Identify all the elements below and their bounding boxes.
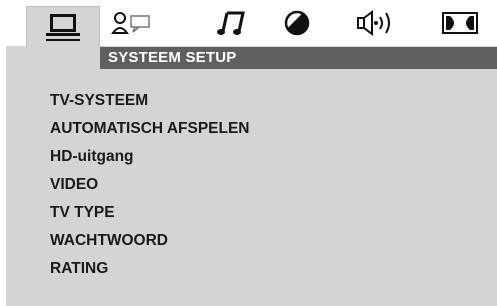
person-speech-icon [111,12,150,34]
page-title: SYSTEEM SETUP [108,49,237,66]
setup-menu: TV-SYSTEEM AUTOMATISCH AFSPELEN HD-uitga… [50,91,250,287]
icon-tab-bar [0,0,497,47]
tab-system-setup[interactable] [26,6,100,47]
menu-item-rating[interactable]: RATING [50,259,250,287]
menu-item-video[interactable]: VIDEO [50,175,250,203]
section-header: SYSTEEM SETUP [100,47,497,69]
music-note-icon [217,11,245,35]
tab-video[interactable] [280,6,314,40]
contrast-icon [284,10,310,36]
monitor-icon [46,14,80,41]
tab-speaker[interactable] [352,6,402,40]
menu-item-password[interactable]: WACHTWOORD [50,231,250,259]
speaker-icon [357,10,390,36]
setup-screen: SYSTEEM SETUP TV-SYSTEEM AUTOMATISCH AFS… [0,0,497,306]
menu-item-hd-output[interactable]: HD-uitgang [50,147,250,175]
dolby-icon [442,12,478,34]
menu-item-tv-system[interactable]: TV-SYSTEEM [50,91,250,119]
menu-item-tv-type[interactable]: TV TYPE [50,203,250,231]
tab-language[interactable] [108,6,156,40]
menu-item-auto-play[interactable]: AUTOMATISCH AFSPELEN [50,119,250,147]
tab-dolby[interactable] [440,6,480,40]
tab-audio[interactable] [214,6,250,40]
